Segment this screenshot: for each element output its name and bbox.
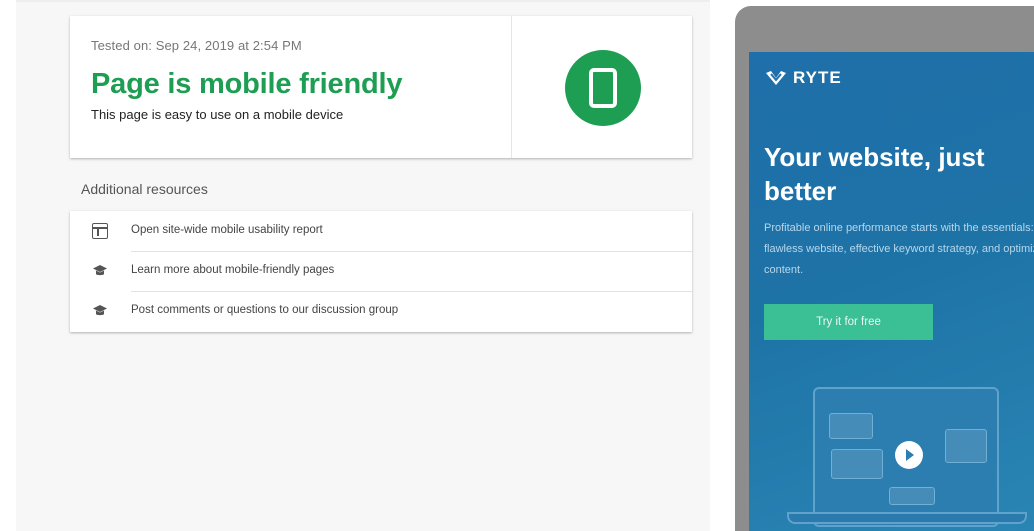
main-content: Tested on: Sep 24, 2019 at 2:54 PM Page …: [16, 0, 710, 531]
result-card: Tested on: Sep 24, 2019 at 2:54 PM Page …: [70, 16, 692, 158]
mobile-friendly-badge: [565, 50, 641, 126]
graduation-cap-icon: [93, 305, 107, 316]
illustration-card: [831, 449, 883, 479]
resource-label[interactable]: Learn more about mobile-friendly pages: [131, 264, 334, 276]
result-title: Page is mobile friendly: [91, 68, 403, 100]
usability-report-icon: [92, 223, 108, 239]
ryte-ad-preview[interactable]: RYTE Your website, just better Profitabl…: [749, 52, 1034, 531]
resource-item-usability-report[interactable]: Open site-wide mobile usability report: [70, 211, 692, 251]
try-free-button[interactable]: Try it for free: [764, 304, 933, 340]
smartphone-icon: [589, 68, 617, 108]
result-text: Tested on: Sep 24, 2019 at 2:54 PM Page …: [70, 16, 511, 158]
illustration-card: [945, 429, 987, 463]
laptop-illustration: [813, 387, 999, 527]
tested-on-timestamp: Tested on: Sep 24, 2019 at 2:54 PM: [91, 38, 302, 53]
brand-name: RYTE: [793, 68, 842, 87]
resource-label[interactable]: Post comments or questions to our discus…: [131, 304, 398, 316]
resource-item-discussion-group[interactable]: Post comments or questions to our discus…: [70, 291, 692, 331]
result-description: This page is easy to use on a mobile dev…: [91, 107, 344, 122]
ryte-logo-mark-icon: [766, 71, 786, 85]
resource-label[interactable]: Open site-wide mobile usability report: [131, 224, 323, 236]
ad-headline: Your website, just better: [764, 142, 985, 206]
card-divider: [511, 16, 512, 158]
play-icon[interactable]: [895, 441, 923, 469]
illustration-card: [889, 487, 935, 505]
illustration-card: [829, 413, 873, 439]
ryte-logo: RYTE: [765, 68, 842, 88]
laptop-base: [787, 512, 1027, 524]
resources-card: Open site-wide mobile usability report L…: [70, 211, 692, 332]
ad-body-text: Profitable online performance starts wit…: [764, 222, 1034, 276]
resources-heading: Additional resources: [81, 181, 208, 197]
resource-item-learn-more[interactable]: Learn more about mobile-friendly pages: [70, 251, 692, 291]
graduation-cap-icon: [93, 265, 107, 276]
